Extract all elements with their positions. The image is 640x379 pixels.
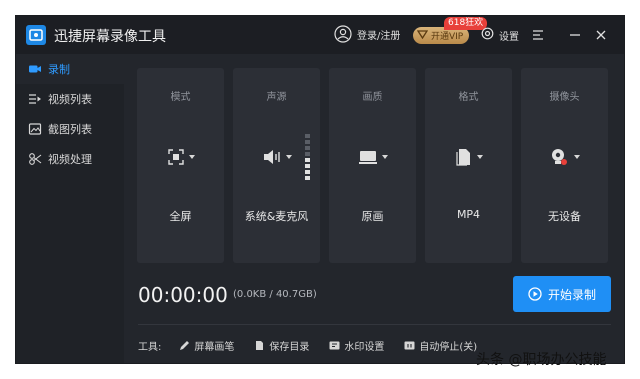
app-window: 迅捷屏幕录像工具 登录/注册 开通VIP 618狂欢 设置 录制 视频列表 截图… — [16, 16, 624, 363]
tool-screen-pen[interactable]: 屏幕画笔 — [179, 338, 234, 353]
tool-auto-stop[interactable]: 自动停止(关) — [404, 338, 477, 353]
card-label: 画质 — [362, 92, 383, 103]
auto-stop-icon — [404, 341, 415, 350]
watermark-icon — [329, 341, 340, 350]
format-selector[interactable] — [425, 148, 512, 166]
tool-label: 屏幕画笔 — [194, 342, 235, 353]
watermark-text: 头条 @职场办公技能 — [476, 352, 607, 368]
record-timer: 00:00:00 — [138, 283, 228, 307]
screenshot-list-icon — [28, 123, 42, 135]
login-label: 登录/注册 — [357, 30, 401, 42]
tools-label: 工具: — [138, 342, 162, 353]
sidebar-item-video-list[interactable]: 视频列表 — [16, 84, 124, 114]
monitor-icon — [358, 151, 377, 164]
quality-selector[interactable] — [329, 148, 416, 166]
card-label: 格式 — [458, 92, 479, 103]
start-record-button[interactable]: 开始录制 — [513, 276, 611, 312]
tool-label: 水印设置 — [344, 342, 385, 353]
app-title: 迅捷屏幕录像工具 — [54, 29, 166, 45]
chevron-down-icon — [573, 155, 580, 159]
tools-bar: 工具: 屏幕画笔 保存目录 水印设置 自动停止(关) — [138, 338, 497, 353]
tool-label: 自动停止(关) — [419, 342, 478, 353]
card-label: 摄像头 — [549, 92, 580, 103]
sidebar-item-label: 截图列表 — [48, 123, 92, 136]
card-label: 声源 — [266, 92, 287, 103]
sidebar-item-label: 录制 — [48, 63, 70, 76]
app-logo-icon — [26, 25, 46, 45]
pen-icon — [180, 341, 190, 350]
card-value: 系统&麦克风 — [244, 210, 309, 223]
chevron-down-icon — [285, 155, 292, 159]
mode-selector[interactable] — [137, 148, 224, 166]
video-tools-icon — [29, 153, 42, 165]
vip-label: 开通VIP — [431, 32, 464, 42]
sidebar: 录制 视频列表 截图列表 视频处理 — [16, 54, 124, 363]
minimize-icon[interactable] — [567, 27, 583, 43]
video-list-icon — [29, 94, 41, 104]
card-value: 全屏 — [169, 210, 192, 223]
tool-watermark[interactable]: 水印设置 — [329, 338, 384, 353]
gear-icon — [481, 27, 494, 43]
webcam-selector[interactable] — [521, 148, 608, 166]
file-icon — [455, 149, 470, 166]
card-value: 原画 — [361, 210, 384, 223]
volume-meter-icon — [305, 134, 310, 180]
tool-save-folder[interactable]: 保存目录 — [254, 338, 309, 353]
settings-button[interactable]: 设置 — [481, 27, 519, 43]
close-icon[interactable] — [593, 27, 609, 43]
speaker-icon — [263, 150, 280, 164]
webcam-icon — [551, 149, 567, 165]
login-button[interactable]: 登录/注册 — [334, 25, 400, 43]
camera-icon — [29, 65, 41, 73]
card-webcam[interactable]: 摄像头 无设备 — [521, 68, 608, 263]
menu-icon[interactable] — [530, 27, 546, 43]
divider — [138, 324, 611, 325]
chevron-down-icon — [476, 155, 483, 159]
folder-icon — [256, 341, 264, 350]
card-format[interactable]: 格式 MP4 — [425, 68, 512, 263]
user-icon — [334, 25, 352, 43]
sidebar-item-label: 视频处理 — [48, 153, 92, 166]
card-audio[interactable]: 声源 系统&麦克风 — [233, 68, 320, 263]
fullscreen-icon — [167, 149, 184, 165]
play-icon — [528, 287, 542, 301]
tool-label: 保存目录 — [269, 342, 310, 353]
vip-icon — [416, 29, 429, 42]
card-label: 模式 — [170, 92, 191, 103]
sidebar-item-label: 视频列表 — [48, 93, 92, 106]
card-quality[interactable]: 画质 原画 — [329, 68, 416, 263]
card-value: 无设备 — [548, 210, 581, 223]
sidebar-item-record[interactable]: 录制 — [16, 54, 124, 84]
start-record-label: 开始录制 — [547, 287, 596, 302]
sidebar-item-screenshot-list[interactable]: 截图列表 — [16, 114, 124, 144]
card-value: MP4 — [456, 208, 481, 221]
settings-label: 设置 — [499, 31, 519, 43]
file-size-readout: (0.0KB / 40.7GB) — [233, 289, 317, 300]
card-mode[interactable]: 模式 全屏 — [137, 68, 224, 263]
chevron-down-icon — [188, 155, 195, 159]
sidebar-item-video-tools[interactable]: 视频处理 — [16, 144, 124, 174]
chevron-down-icon — [381, 155, 388, 159]
title-bar: 迅捷屏幕录像工具 登录/注册 开通VIP 618狂欢 设置 — [16, 16, 624, 54]
